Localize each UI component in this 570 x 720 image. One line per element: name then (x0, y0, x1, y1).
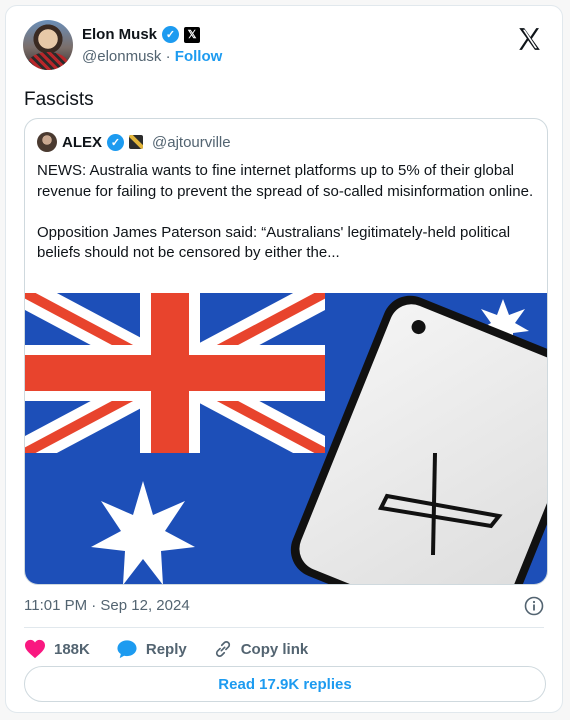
x-logo-icon[interactable] (516, 26, 542, 52)
like-button[interactable]: 188K (24, 639, 90, 659)
quoted-header: ALEX ✓ @ajtourville (37, 132, 231, 152)
quoted-handle[interactable]: @ajtourville (152, 134, 231, 151)
quoted-tweet[interactable]: ALEX ✓ @ajtourville NEWS: Australia want… (24, 118, 548, 585)
verified-badge-icon: ✓ (107, 133, 125, 151)
tweet-actions: 188K Reply Copy link (24, 639, 334, 659)
reply-button[interactable]: Reply (116, 639, 187, 659)
tweet-embed-card: Elon Musk ✓ 𝕏 @elonmusk · Follow Fascist… (5, 5, 563, 713)
quoted-display-name[interactable]: ALEX (62, 134, 102, 151)
author-handle-row: @elonmusk · Follow (82, 48, 222, 65)
reply-label: Reply (145, 640, 187, 658)
copy-link-button[interactable]: Copy link (213, 639, 309, 659)
copy-link-label: Copy link (240, 640, 309, 658)
separator-dot: · (165, 48, 171, 65)
heart-icon (25, 639, 45, 659)
read-replies-button[interactable]: Read 17.9K replies (24, 666, 546, 702)
link-icon (215, 641, 230, 657)
reply-bubble-icon (117, 640, 137, 659)
author-display-name[interactable]: Elon Musk (82, 26, 157, 43)
divider (24, 627, 544, 628)
author-name-row: Elon Musk ✓ 𝕏 (82, 26, 201, 43)
union-jack (25, 293, 325, 453)
quoted-media-image[interactable] (25, 293, 548, 585)
x-affiliation-icon: 𝕏 (184, 26, 201, 43)
author-handle[interactable]: @elonmusk (82, 48, 161, 65)
info-icon[interactable] (524, 596, 544, 616)
quoted-text: NEWS: Australia wants to fine internet p… (37, 162, 534, 261)
affiliation-emoji-icon (129, 135, 144, 149)
verified-badge-icon: ✓ (162, 26, 180, 43)
tweet-timestamp[interactable]: 11:01 PM · Sep 12, 2024 (24, 597, 190, 614)
quoted-avatar[interactable] (37, 132, 57, 152)
avatar[interactable] (23, 20, 73, 70)
follow-button[interactable]: Follow (175, 48, 223, 65)
like-count: 188K (54, 640, 90, 658)
tweet-text: Fascists (24, 89, 94, 110)
